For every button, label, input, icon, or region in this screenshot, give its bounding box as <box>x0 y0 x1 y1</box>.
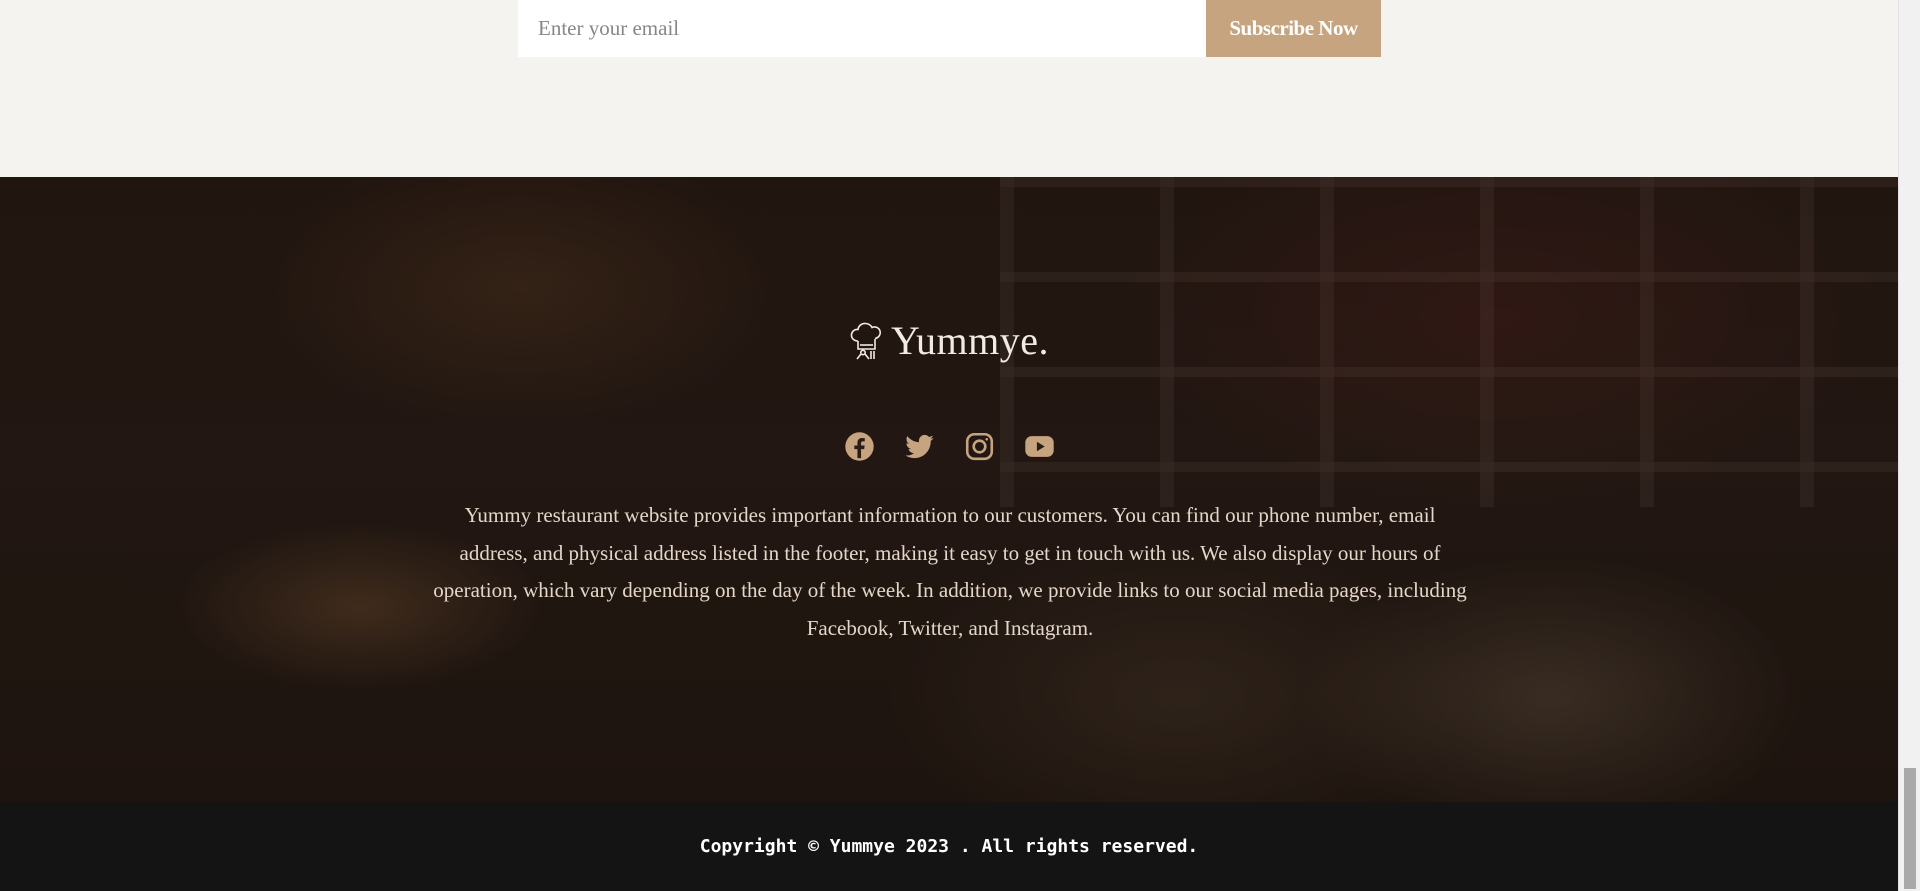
brand-name: Yummye. <box>891 318 1049 363</box>
footer-hero: Yummye. Yummy restaurant website provide… <box>0 177 1898 802</box>
facebook-icon[interactable] <box>843 430 875 462</box>
footer-description: Yummy restaurant website provides import… <box>433 503 1467 640</box>
footer-brand[interactable]: Yummye. <box>0 317 1898 364</box>
instagram-icon[interactable] <box>963 430 995 462</box>
subscribe-button[interactable]: Subscribe Now <box>1206 0 1381 57</box>
newsletter-section: Subscribe Now <box>0 0 1898 177</box>
page-scrollbar[interactable] <box>1898 0 1920 891</box>
twitter-icon[interactable] <box>903 430 935 462</box>
youtube-icon[interactable] <box>1023 430 1055 462</box>
social-links <box>0 430 1898 462</box>
email-field[interactable] <box>518 0 1206 57</box>
scrollbar-thumb[interactable] <box>1904 768 1916 889</box>
copyright-text: Copyright © Yummye 2023 . All rights res… <box>699 836 1199 857</box>
chef-hat-icon <box>849 321 885 361</box>
copyright-bar: Copyright © Yummye 2023 . All rights res… <box>0 802 1898 891</box>
